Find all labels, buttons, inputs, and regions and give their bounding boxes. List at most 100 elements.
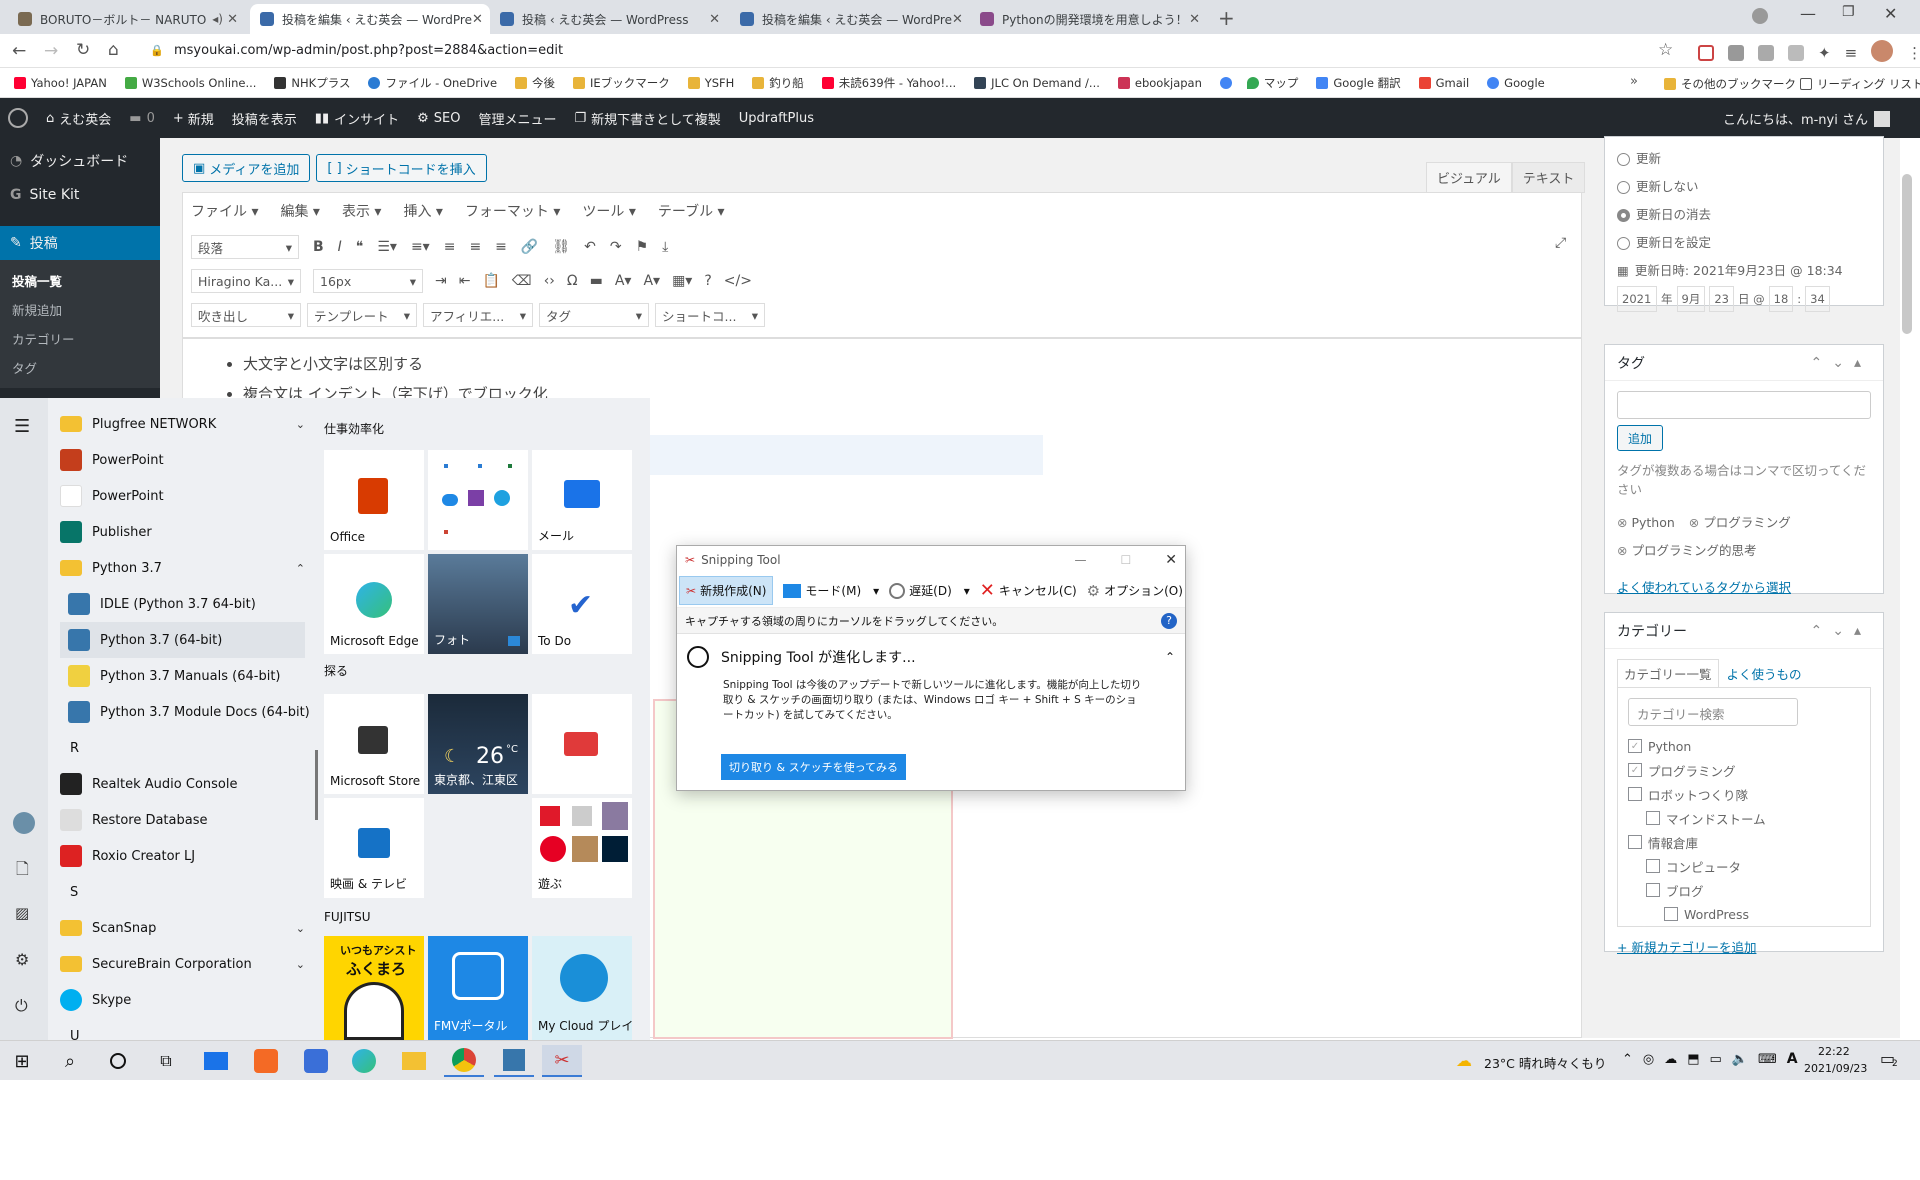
- tile-movies-tv[interactable]: 映画 & テレビ: [324, 798, 424, 898]
- shortcode-select[interactable]: ショートコ... ▾: [655, 303, 765, 327]
- minimize-icon[interactable]: —: [1075, 553, 1087, 567]
- tab-popular-categories[interactable]: よく使うもの: [1719, 660, 1810, 687]
- menu-insert[interactable]: 挿入 ▾: [403, 201, 442, 221]
- new-tab-icon[interactable]: +: [1218, 6, 1235, 30]
- balloon-select[interactable]: 吹き出し ▾: [191, 303, 301, 327]
- network-status-icon[interactable]: ◎: [1643, 1052, 1654, 1067]
- popular-tags-link[interactable]: よく使われているタグから選択: [1617, 577, 1871, 596]
- menu-file[interactable]: ファイル ▾: [191, 201, 258, 221]
- bookmark-icon[interactable]: ⚑: [636, 239, 649, 255]
- mode-button[interactable]: モード(M) ▾: [783, 582, 879, 599]
- checkbox-icon[interactable]: [1628, 835, 1642, 849]
- tile-todo[interactable]: ✔ To Do: [532, 554, 632, 654]
- chrome-menu-icon[interactable]: ⋮: [1907, 44, 1920, 62]
- undo-icon[interactable]: ↶: [584, 239, 596, 255]
- help-icon[interactable]: ?: [1161, 612, 1177, 629]
- link-icon[interactable]: 🔗: [521, 239, 538, 255]
- bookmark-item[interactable]: 今後: [515, 75, 555, 91]
- close-tab-icon[interactable]: ✕: [709, 12, 720, 27]
- chevron-down-icon[interactable]: ⌄: [296, 418, 305, 431]
- download-icon[interactable]: ⤓: [662, 239, 668, 255]
- reading-list-icon[interactable]: ≡: [1845, 44, 1858, 62]
- app-folder-item[interactable]: Plugfree NETWORK ⌄: [60, 406, 305, 442]
- comments-link[interactable]: ▬ 0: [129, 111, 155, 126]
- box-controls-icon[interactable]: ⌃⌄▴: [1811, 355, 1872, 371]
- app-list-item[interactable]: Publisher: [60, 514, 305, 550]
- code-icon[interactable]: ‹›: [544, 273, 555, 289]
- bookmark-item[interactable]: IEブックマーク: [573, 75, 670, 91]
- tile-fmv-portal[interactable]: FMVポータル: [428, 936, 528, 1040]
- browser-tab-active[interactable]: 投稿を編集 ‹ えむ英会 — WordPre ✕: [250, 4, 490, 34]
- try-snip-sketch-button[interactable]: 切り取り & スケッチを使ってみる: [721, 754, 907, 780]
- options-button[interactable]: ⚙ オプション(O): [1087, 582, 1183, 600]
- bookmark-item[interactable]: ファイル - OneDrive: [368, 75, 497, 91]
- tile-play-folder[interactable]: 遊ぶ: [532, 798, 632, 898]
- tile-store[interactable]: Microsoft Store: [324, 694, 424, 794]
- bookmark-item[interactable]: Google 翻訳: [1316, 75, 1401, 91]
- category-item[interactable]: ロボットつくり隊: [1628, 782, 1860, 806]
- html-icon[interactable]: </>: [724, 273, 752, 289]
- menu-format[interactable]: フォーマット ▾: [465, 201, 560, 221]
- extension-icon[interactable]: [1758, 44, 1774, 61]
- tile-mycloud-play[interactable]: My Cloud プレイ: [532, 936, 633, 1040]
- delay-button[interactable]: 遅延(D) ▾: [889, 582, 970, 599]
- close-icon[interactable]: ✕: [1165, 552, 1177, 568]
- outdent-icon[interactable]: ⇤: [459, 273, 471, 289]
- submenu-add-new[interactable]: 新規追加: [0, 295, 160, 324]
- close-tab-icon[interactable]: ✕: [1189, 12, 1200, 27]
- duplicate-draft-link[interactable]: ❐ 新規下書きとして複製: [575, 109, 721, 128]
- bookmark-item[interactable]: Yahoo! JAPAN: [14, 76, 107, 90]
- app-folder-item[interactable]: SecureBrain Corporation ⌄: [60, 946, 305, 982]
- tag-select[interactable]: タグ ▾: [539, 303, 649, 327]
- ime-mode-icon[interactable]: A: [1787, 1051, 1798, 1067]
- tile-office-apps-folder[interactable]: [428, 450, 528, 550]
- table-icon[interactable]: ▦▾: [672, 273, 692, 289]
- cortana-button[interactable]: [98, 1045, 138, 1077]
- month-select[interactable]: 9月: [1676, 286, 1706, 312]
- menu-view[interactable]: 表示 ▾: [342, 201, 381, 221]
- app-list-item[interactable]: PowerPoint: [60, 442, 305, 478]
- more-bookmarks-icon[interactable]: »: [1630, 74, 1638, 89]
- add-media-button[interactable]: ▣ メディアを追加: [182, 154, 311, 182]
- cancel-button[interactable]: ✕ キャンセル(C): [980, 580, 1077, 601]
- taskbar-explorer[interactable]: [394, 1045, 434, 1077]
- close-tab-icon[interactable]: ✕: [472, 12, 483, 27]
- bg-color-icon[interactable]: A▾: [643, 273, 660, 289]
- align-right-icon[interactable]: ≡: [495, 239, 507, 255]
- taskbar-edge[interactable]: [344, 1045, 384, 1077]
- updraftplus-link[interactable]: UpdraftPlus: [739, 111, 814, 126]
- indent-icon[interactable]: ⇥: [435, 273, 447, 289]
- checkbox-icon[interactable]: [1646, 883, 1660, 897]
- extension-icon[interactable]: [1788, 44, 1804, 61]
- site-name-link[interactable]: ⌂ えむ英会: [46, 109, 111, 128]
- taskbar-snipping-tool[interactable]: ✂: [542, 1045, 582, 1077]
- menu-tools[interactable]: ツール ▾: [582, 201, 635, 221]
- radio-no-update[interactable]: 更新しない: [1617, 173, 1871, 201]
- font-size-select[interactable]: 16px ▾: [313, 269, 423, 293]
- account-menu[interactable]: こんにちは、m-nyi さん: [1723, 109, 1890, 128]
- tile-weather[interactable]: ☾ 26 °C 東京都、江東区: [428, 694, 528, 794]
- reload-icon[interactable]: ↻: [76, 40, 90, 60]
- search-button[interactable]: ⌕: [50, 1045, 90, 1077]
- category-item[interactable]: ✓ Python: [1628, 734, 1860, 758]
- app-list-item[interactable]: Python 3.7 (64-bit): [60, 622, 305, 658]
- checkbox-checked-icon[interactable]: ✓: [1628, 739, 1642, 753]
- category-item[interactable]: ✓ プログラミング: [1628, 758, 1860, 782]
- checkbox-icon[interactable]: [1628, 787, 1642, 801]
- tile-mail[interactable]: メール: [532, 450, 632, 550]
- usb-icon[interactable]: ⬒: [1687, 1052, 1699, 1067]
- tag-chip[interactable]: ⊗ プログラミング: [1689, 515, 1791, 530]
- reading-list[interactable]: リーディング リスト: [1800, 76, 1920, 92]
- bookmark-star-icon[interactable]: ☆: [1658, 40, 1673, 60]
- browser-tab[interactable]: BORUTO－ボルト－ NARUTO ◂) ✕: [8, 4, 248, 34]
- tile-office[interactable]: Office: [324, 450, 424, 550]
- app-list-letter-header[interactable]: U: [60, 1018, 305, 1041]
- omega-icon[interactable]: Ω: [567, 273, 578, 289]
- remove-tag-icon[interactable]: ⊗: [1689, 515, 1699, 530]
- bookmark-item[interactable]: 釣り船: [752, 75, 804, 91]
- manage-menu-link[interactable]: 管理メニュー: [478, 109, 556, 128]
- clock-time[interactable]: 22:22: [1818, 1045, 1850, 1058]
- menu-table[interactable]: テーブル ▾: [658, 201, 725, 221]
- app-folder-item[interactable]: Python 3.7 ⌃: [60, 550, 305, 586]
- browser-tab[interactable]: 投稿を編集 ‹ えむ英会 — WordPre ✕: [730, 4, 970, 34]
